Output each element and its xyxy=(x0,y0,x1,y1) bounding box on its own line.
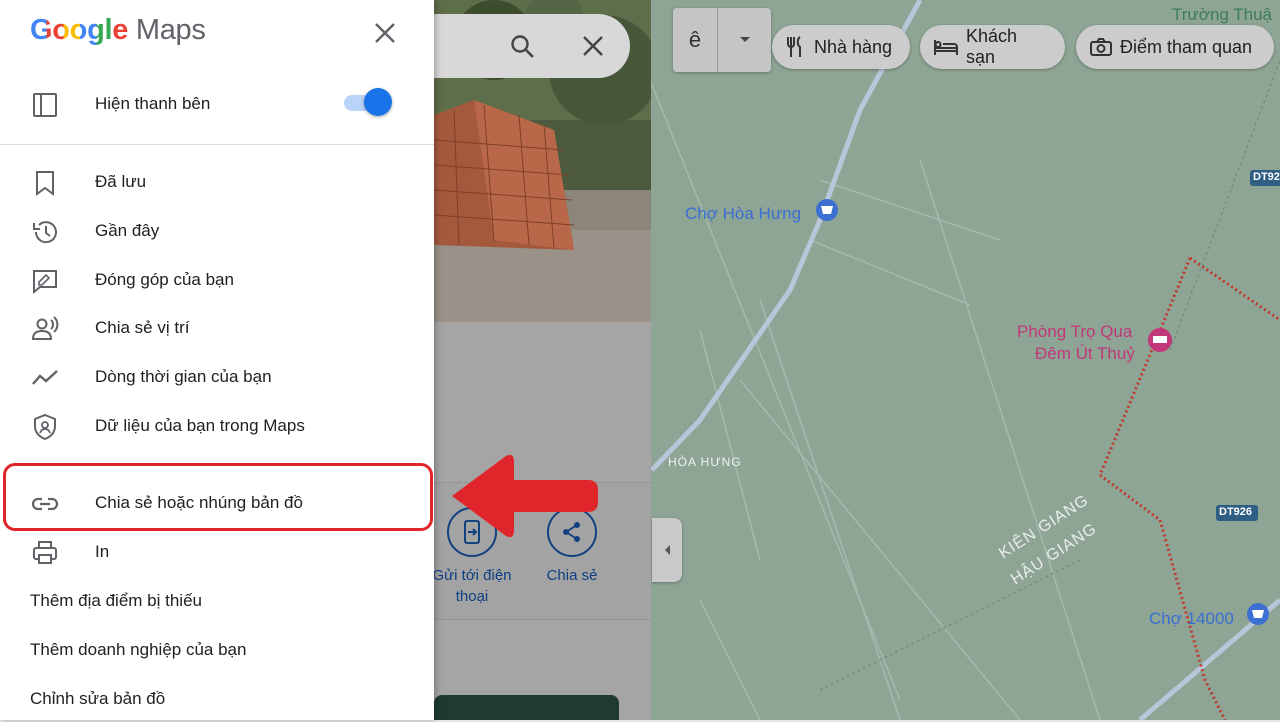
shield-icon xyxy=(34,413,56,441)
contribute-icon xyxy=(33,270,57,295)
map-label-phong-tro-2[interactable]: Đêm Út Thuỷ xyxy=(1035,344,1135,364)
menu-item-label: Gần đây xyxy=(95,221,160,240)
menu-item-label: Dòng thời gian của bạn xyxy=(95,367,272,386)
bookmark-icon xyxy=(36,171,54,196)
arrow-left-icon xyxy=(452,454,598,538)
chip-hotels[interactable]: Khách sạn xyxy=(920,25,1065,69)
road-shield-dt926-top: DT92 xyxy=(1253,171,1280,183)
map-type-button[interactable]: ê xyxy=(673,8,771,72)
menu-item-your-data[interactable]: Dữ liệu của bạn trong Maps xyxy=(0,403,434,449)
menu-item-contributions[interactable]: Đóng góp của bạn xyxy=(0,257,434,303)
collapse-panel-button[interactable] xyxy=(652,518,682,582)
sidebar-toggle[interactable] xyxy=(342,88,394,118)
logo-google: Google xyxy=(30,14,129,46)
timeline-icon xyxy=(32,370,58,385)
map-type-letter: ê xyxy=(688,27,702,52)
chevron-down-icon xyxy=(717,8,772,72)
menu-item-timeline[interactable]: Dòng thời gian của bạn xyxy=(0,354,434,400)
map-label-truong-thuan: Trường Thuậ xyxy=(1172,5,1273,24)
menu-item-label: Thêm địa điểm bị thiếu xyxy=(30,591,202,610)
map-label-hoa-hung: HÒA HƯNG xyxy=(668,455,742,469)
logo-maps: Maps xyxy=(135,14,206,46)
menu-item-label: Dữ liệu của bạn trong Maps xyxy=(95,416,305,435)
chip-label: Khách sạn xyxy=(965,26,1018,67)
google-maps-logo: Google Maps xyxy=(30,14,206,47)
menu-item-add-missing-place[interactable]: Thêm địa điểm bị thiếu xyxy=(0,578,434,624)
road-shield-dt926: DT926 xyxy=(1219,506,1253,518)
side-menu: Google Maps Hiện thanh bên Đã lưu Gần đâ… xyxy=(0,0,434,720)
menu-item-label: In xyxy=(95,542,110,561)
menu-item-print[interactable]: In xyxy=(0,529,434,575)
menu-item-location-sharing[interactable]: Chia sẻ vị trí xyxy=(0,305,434,351)
chip-attractions[interactable]: Điểm tham quan xyxy=(1076,25,1274,69)
search-icon[interactable] xyxy=(510,34,536,60)
place-panel: Gửi tới điện thoại Chia sẻ xyxy=(434,0,651,720)
highlight-box xyxy=(3,463,433,531)
send-to-phone-label: Gửi tới điện thoại xyxy=(434,567,512,605)
restaurant-icon xyxy=(787,36,801,57)
chip-restaurants[interactable]: Nhà hàng xyxy=(772,25,910,69)
share-label: Chia sẻ xyxy=(546,567,598,584)
photo-thumbnail[interactable] xyxy=(434,695,619,720)
history-icon xyxy=(33,221,57,244)
menu-item-label: Thêm doanh nghiệp của bạn xyxy=(30,640,247,659)
poi-marker[interactable] xyxy=(816,199,838,221)
map-label-phong-tro-1[interactable]: Phòng Trọ Qua xyxy=(1017,322,1132,342)
map-label-cho-14000[interactable]: Chợ 14000 xyxy=(1149,609,1234,629)
location-sharing-icon xyxy=(31,316,59,340)
chip-label: Điểm tham quan xyxy=(1120,36,1253,57)
menu-item-label: Chia sẻ vị trí xyxy=(95,318,190,337)
menu-item-label: Chỉnh sửa bản đồ xyxy=(30,689,166,708)
menu-item-label: Đóng góp của bạn xyxy=(95,270,234,289)
menu-item-label: Đã lưu xyxy=(95,172,147,191)
map-label-cho-hoa-hung[interactable]: Chợ Hòa Hưng xyxy=(685,204,801,224)
chip-label: Nhà hàng xyxy=(814,36,893,57)
camera-icon xyxy=(1090,38,1112,56)
menu-item-label: Hiện thanh bên xyxy=(95,94,211,113)
hotel-icon xyxy=(934,40,958,55)
menu-item-recent[interactable]: Gần đây xyxy=(0,208,434,254)
menu-item-edit-map[interactable]: Chỉnh sửa bản đồ xyxy=(0,676,434,722)
market-marker[interactable] xyxy=(1247,603,1269,625)
clear-search-icon[interactable] xyxy=(582,35,604,57)
menu-item-saved[interactable]: Đã lưu xyxy=(0,159,434,205)
caret-left-icon xyxy=(665,545,670,555)
sidebar-icon xyxy=(33,93,57,117)
divider xyxy=(0,144,434,145)
print-icon xyxy=(33,541,57,564)
close-icon[interactable] xyxy=(370,18,400,48)
hotel-marker[interactable] xyxy=(1148,328,1172,352)
menu-item-add-business[interactable]: Thêm doanh nghiệp của bạn xyxy=(0,627,434,673)
search-box[interactable] xyxy=(434,14,630,78)
